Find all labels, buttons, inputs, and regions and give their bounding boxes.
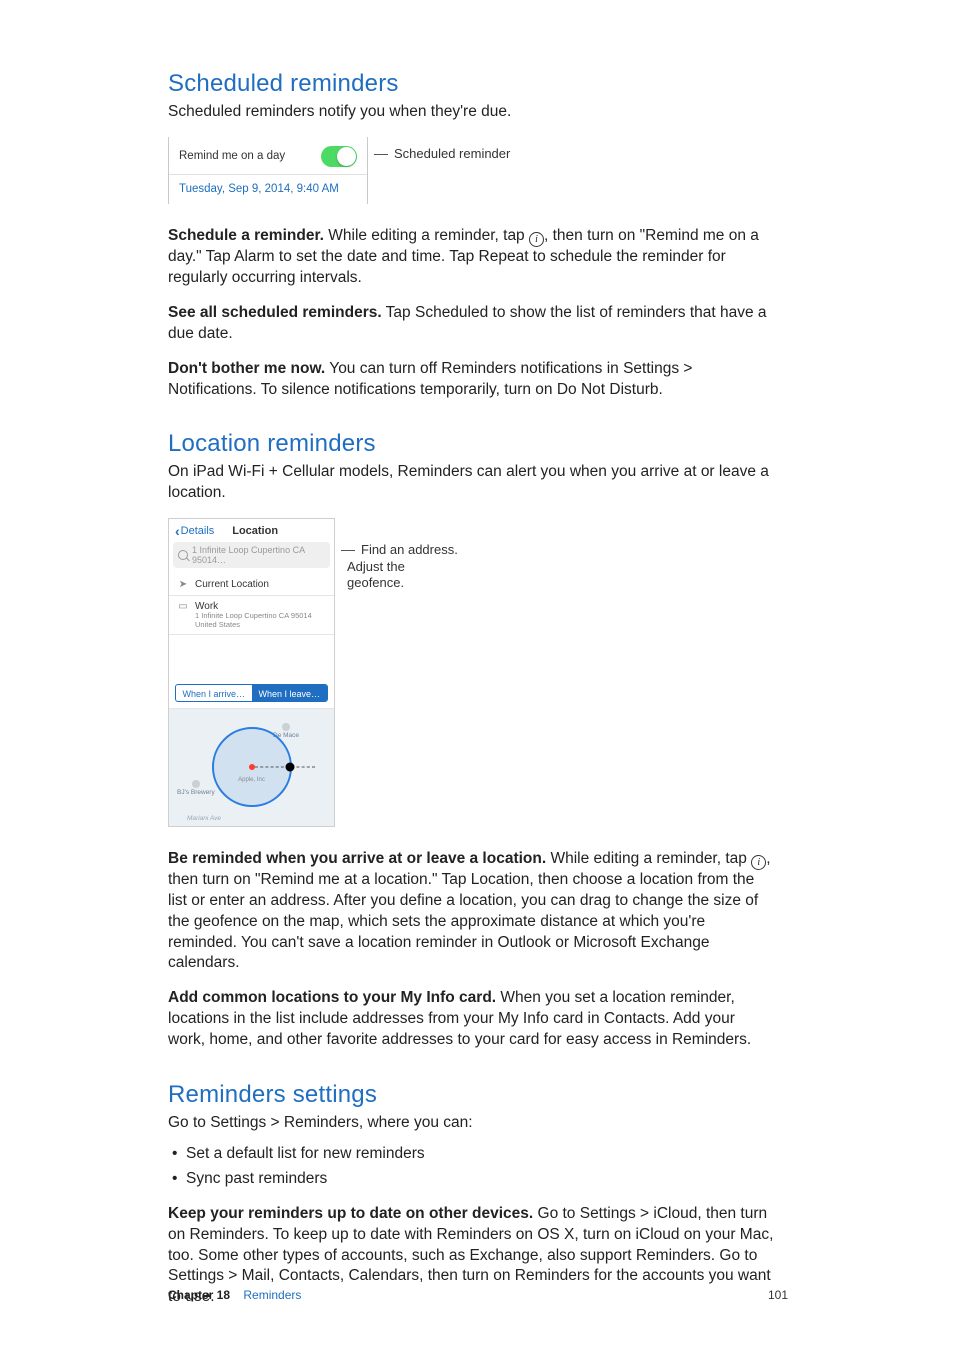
bullet-sync-past: Sync past reminders	[172, 1167, 775, 1192]
chevron-left-icon: ‹	[175, 524, 180, 538]
work-location-row[interactable]: ▭ Work 1 Infinite Loop Cupertino CA 9501…	[169, 595, 334, 634]
info-icon: i	[529, 232, 544, 247]
remind-date-value[interactable]: Tuesday, Sep 9, 2014, 9:40 AM	[169, 174, 367, 204]
location-arrow-icon: ➤	[177, 579, 189, 590]
footer-chapter: Chapter 18	[168, 1288, 230, 1302]
briefcase-icon: ▭	[177, 601, 189, 612]
figure-scheduled: Remind me on a day Tuesday, Sep 9, 2014,…	[168, 137, 775, 204]
callout-find-address: Find an address.	[361, 542, 458, 558]
settings-bullets: Set a default list for new reminders Syn…	[172, 1142, 775, 1192]
section-title-settings: Reminders settings	[168, 1081, 775, 1109]
scheduled-p1: Schedule a reminder. While editing a rem…	[168, 226, 775, 289]
page-footer: Chapter 18 Reminders 101	[168, 1288, 788, 1302]
section-title-location: Location reminders	[168, 430, 775, 458]
figure-location: ‹ Details Location 1 Infinite Loop Cuper…	[168, 518, 775, 827]
arrive-leave-segment[interactable]: When I arrive… When I leave…	[175, 684, 328, 702]
scheduled-intro: Scheduled reminders notify you when they…	[168, 102, 775, 123]
footer-chapter-name: Reminders	[243, 1288, 301, 1302]
geofence-map[interactable]: De Mace BJ's Brewery Apple, Inc Mariani …	[169, 708, 334, 826]
scheduled-p3: Don't bother me now. You can turn off Re…	[168, 359, 775, 401]
search-icon	[178, 550, 188, 560]
map-road-label: Mariani Ave	[187, 815, 221, 822]
section-title-scheduled: Scheduled reminders	[168, 70, 775, 98]
location-p1: Be reminded when you arrive at or leave …	[168, 849, 775, 975]
location-title: Location	[182, 525, 328, 537]
bullet-default-list: Set a default list for new reminders	[172, 1142, 775, 1167]
settings-intro: Go to Settings > Reminders, where you ca…	[168, 1113, 775, 1134]
address-search-field[interactable]: 1 Infinite Loop Cupertino CA 95014…	[173, 542, 330, 568]
segment-when-leave[interactable]: When I leave…	[252, 685, 328, 701]
scheduled-p2: See all scheduled reminders. Tap Schedul…	[168, 303, 775, 345]
footer-page-number: 101	[768, 1288, 788, 1302]
info-icon: i	[751, 855, 766, 870]
location-screen-mock: ‹ Details Location 1 Infinite Loop Cuper…	[168, 518, 335, 827]
segment-when-arrive[interactable]: When I arrive…	[176, 685, 252, 701]
callout-scheduled-reminder: Scheduled reminder	[394, 146, 510, 162]
callout-line	[374, 154, 388, 155]
location-intro: On iPad Wi-Fi + Cellular models, Reminde…	[168, 462, 775, 504]
remind-on-day-toggle[interactable]	[321, 146, 357, 167]
callout-line	[341, 550, 355, 551]
geofence-handle[interactable]	[285, 763, 294, 772]
remind-on-day-label: Remind me on a day	[179, 150, 285, 162]
location-p2: Add common locations to your My Info car…	[168, 988, 775, 1051]
current-location-row[interactable]: ➤ Current Location	[169, 574, 334, 595]
remind-on-day-cell: Remind me on a day Tuesday, Sep 9, 2014,…	[168, 137, 368, 204]
callout-adjust-geofence: Adjust the geofence.	[347, 559, 405, 592]
map-label-apple: Apple, Inc	[238, 777, 265, 783]
